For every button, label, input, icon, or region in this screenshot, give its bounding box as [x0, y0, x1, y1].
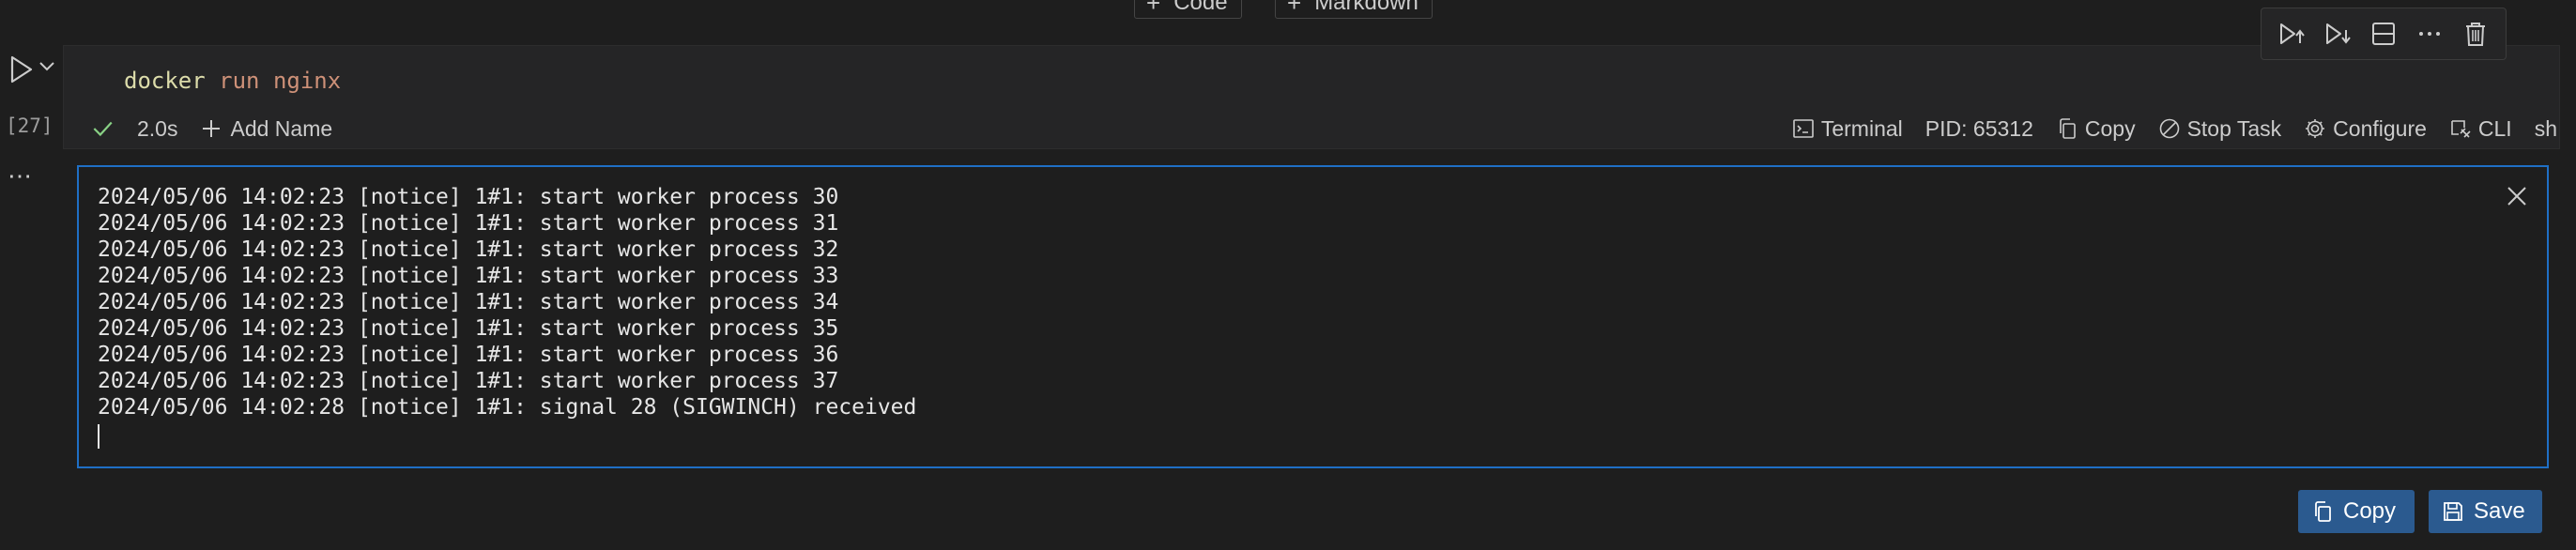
text-cursor — [98, 424, 100, 449]
output-line: 2024/05/06 14:02:23 [notice] 1#1: start … — [98, 316, 839, 341]
copy-button-label: Copy — [2343, 498, 2397, 524]
copy-icon — [2315, 501, 2331, 522]
cli-icon — [2451, 120, 2471, 138]
check-icon — [93, 121, 113, 137]
cell-status-left: 2.0s Add Name — [90, 113, 332, 145]
delete-cell-button[interactable] — [2460, 18, 2492, 50]
copy-status-label: Copy — [2084, 115, 2136, 141]
add-name-button[interactable]: Add Name — [200, 116, 332, 142]
terminal-label: Terminal — [1820, 115, 1903, 141]
save-button-label: Save — [2474, 498, 2525, 524]
close-output-button[interactable] — [2505, 184, 2529, 208]
close-icon — [2507, 187, 2526, 206]
code-editor[interactable]: docker run nginx — [124, 68, 341, 94]
terminal-button[interactable]: Terminal — [1792, 116, 1903, 142]
output-line: 2024/05/06 14:02:23 [notice] 1#1: start … — [98, 369, 839, 393]
cell-toolbar — [2261, 8, 2507, 60]
run-above-button[interactable] — [2276, 18, 2308, 50]
output-line: 2024/05/06 14:02:23 [notice] 1#1: start … — [98, 211, 839, 236]
execution-duration: 2.0s — [137, 115, 178, 141]
plus-icon: + — [1287, 0, 1302, 17]
execution-count: [27] — [6, 115, 54, 137]
insert-markdown-label: Markdown — [1314, 0, 1418, 15]
code-args: run nginx — [205, 68, 342, 94]
save-button[interactable]: Save — [2429, 490, 2542, 533]
output-line: 2024/05/06 14:02:23 [notice] 1#1: start … — [98, 343, 839, 367]
save-icon — [2444, 502, 2462, 521]
output-line: 2024/05/06 14:02:28 [notice] 1#1: signal… — [98, 395, 917, 420]
stop-icon — [2159, 118, 2179, 139]
output-line: 2024/05/06 14:02:23 [notice] 1#1: start … — [98, 264, 839, 288]
insert-code-label: Code — [1173, 0, 1228, 15]
cell-status-right: Terminal PID: 65312 Copy Stop Task Confi… — [1770, 113, 2557, 145]
cli-label: CLI — [2477, 115, 2512, 141]
split-cell-icon — [2371, 23, 2395, 45]
more-actions-button[interactable] — [2414, 18, 2446, 50]
code-command: docker — [124, 68, 206, 94]
copy-button[interactable]: Copy — [2298, 490, 2415, 533]
shell-label: sh — [2534, 115, 2557, 141]
add-name-label: Add Name — [230, 115, 333, 141]
chevron-down-icon — [39, 62, 54, 71]
configure-button[interactable]: Configure — [2304, 116, 2427, 142]
configure-label: Configure — [2333, 115, 2427, 141]
play-icon — [10, 55, 33, 84]
trash-icon — [2465, 23, 2485, 46]
output-line: 2024/05/06 14:02:23 [notice] 1#1: start … — [98, 185, 839, 209]
run-above-icon — [2280, 23, 2306, 44]
run-cell-button[interactable] — [4, 53, 38, 86]
run-below-icon — [2326, 23, 2351, 44]
stop-task-button[interactable]: Stop Task — [2158, 115, 2282, 142]
stop-task-label: Stop Task — [2186, 115, 2282, 141]
ellipsis-icon — [2418, 32, 2440, 36]
copy-status-button[interactable]: Copy — [2056, 116, 2136, 142]
plus-icon: + — [1146, 0, 1161, 17]
copy-icon — [2060, 118, 2076, 139]
insert-code-button[interactable]: + Code — [1134, 0, 1242, 19]
run-options-button[interactable] — [36, 54, 58, 77]
cli-button[interactable]: CLI — [2449, 116, 2512, 142]
split-cell-button[interactable] — [2368, 18, 2400, 50]
insert-markdown-button[interactable]: + Markdown — [1275, 0, 1433, 19]
terminal-icon — [1793, 119, 1814, 138]
gear-icon — [2306, 119, 2325, 138]
output-line: 2024/05/06 14:02:23 [notice] 1#1: start … — [98, 290, 839, 314]
run-below-button[interactable] — [2322, 18, 2354, 50]
pid-label: PID: 65312 — [1924, 115, 2033, 141]
output-more-icon[interactable]: ⋯ — [8, 161, 33, 191]
output-line: 2024/05/06 14:02:23 [notice] 1#1: start … — [98, 237, 839, 262]
output-lines: 2024/05/06 14:02:23 [notice] 1#1: start … — [98, 184, 916, 420]
plus-icon — [203, 120, 221, 137]
